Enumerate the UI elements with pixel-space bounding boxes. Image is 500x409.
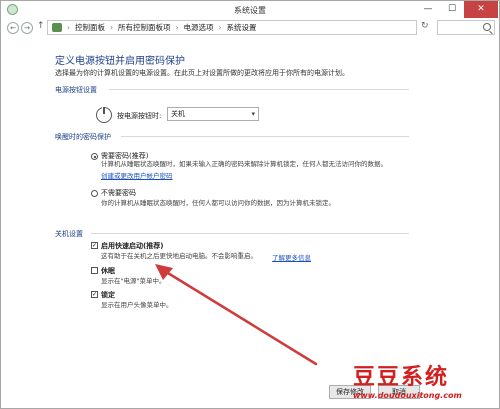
watermark-url: www.doudouxitong.com xyxy=(353,391,462,400)
watermark-title: 豆豆系统 xyxy=(353,364,450,390)
fast-startup-desc: 这有助于在关机之后更快地启动电脑。不会影响重启。 xyxy=(101,252,257,260)
no-password-desc: 你的计算机从睡眠状态唤醒时，任何人都可以访问你的数据，因为计算机未锁定。 xyxy=(101,199,335,207)
power-button-label: 按电源按钮时: xyxy=(117,112,162,120)
close-button[interactable]: ✕ xyxy=(464,1,498,18)
chevron-right-icon: › xyxy=(110,23,113,32)
fast-startup-label[interactable]: 启用快速启动(推荐) xyxy=(101,241,163,251)
chevron-right-icon: › xyxy=(175,23,179,32)
minimize-button[interactable]: — xyxy=(417,1,439,18)
no-password-label[interactable]: 不需要密码 xyxy=(101,188,136,198)
breadcrumb[interactable]: › 控制面板 › 所有控制面板项 › 电源选项 › 系统设置 xyxy=(47,20,417,35)
lock-label[interactable]: 锁定 xyxy=(101,290,115,300)
breadcrumb-item-power-options[interactable]: 电源选项 xyxy=(184,22,214,33)
hibernate-checkbox[interactable] xyxy=(91,267,98,274)
search-input[interactable] xyxy=(437,20,495,35)
system-settings-window: 系统设置 — ☐ ✕ ← → ↑ › 控制面板 › 所有控制面板项 › 电源选项… xyxy=(0,0,500,409)
require-password-radio[interactable] xyxy=(91,153,98,160)
require-password-desc: 计算机从睡眠状态唤醒时，如果未输入正确的密码来解除计算机锁定，任何人都无法访问你… xyxy=(101,160,387,168)
site-watermark: 豆豆系统 www.doudouxitong.com xyxy=(353,359,462,400)
main-content: 定义电源按钮并启用密码保护 选择最为你的计算机设置的电源设置。在此页上对设置所做… xyxy=(1,37,499,409)
section-label-shutdown: 关机设置 xyxy=(55,230,83,238)
fast-startup-checkbox[interactable]: ✓ xyxy=(91,242,98,249)
search-icon xyxy=(483,23,491,31)
power-action-select[interactable]: 关机 ▾ xyxy=(167,107,259,121)
forward-icon[interactable]: → xyxy=(21,22,33,34)
section-label-power: 电源按钮设置 xyxy=(55,86,97,94)
refresh-icon[interactable]: ↻ xyxy=(421,21,433,31)
power-icon xyxy=(96,106,112,123)
chevron-down-icon: ▾ xyxy=(251,110,255,118)
hibernate-label[interactable]: 休眠 xyxy=(101,266,115,276)
power-action-value: 关机 xyxy=(171,110,185,118)
address-bar: ← → ↑ › 控制面板 › 所有控制面板项 › 电源选项 › 系统设置 ↻ xyxy=(1,19,499,37)
maximize-button[interactable]: ☐ xyxy=(441,1,463,18)
section-label-wake: 唤醒时的密码保护 xyxy=(55,133,111,141)
breadcrumb-item-system-settings[interactable]: 系统设置 xyxy=(227,22,257,33)
page-title: 定义电源按钮并启用密码保护 xyxy=(55,56,185,67)
section-divider xyxy=(121,136,409,137)
learn-more-link[interactable]: 了解更多信息 xyxy=(272,252,311,262)
section-divider xyxy=(109,89,409,90)
control-panel-icon xyxy=(52,23,62,32)
section-divider xyxy=(91,233,409,234)
no-password-radio[interactable] xyxy=(91,190,98,197)
page-intro: 选择最为你的计算机设置的电源设置。在此页上对设置所做的更改将应用于你所有的电源计… xyxy=(55,69,349,77)
change-password-link[interactable]: 创建或更改用户帐户密码 xyxy=(101,170,173,180)
breadcrumb-item-all-items[interactable]: 所有控制面板项 xyxy=(118,22,171,33)
breadcrumb-item-control-panel[interactable]: 控制面板 xyxy=(75,22,105,33)
back-icon[interactable]: ← xyxy=(7,22,19,34)
up-arrow-icon[interactable]: ↑ xyxy=(37,21,45,31)
lock-checkbox[interactable]: ✓ xyxy=(91,291,98,298)
chevron-right-icon: › xyxy=(67,23,70,32)
chevron-right-icon: › xyxy=(218,23,222,32)
annotation-arrow xyxy=(155,264,318,366)
title-bar: 系统设置 — ☐ ✕ xyxy=(1,1,499,19)
